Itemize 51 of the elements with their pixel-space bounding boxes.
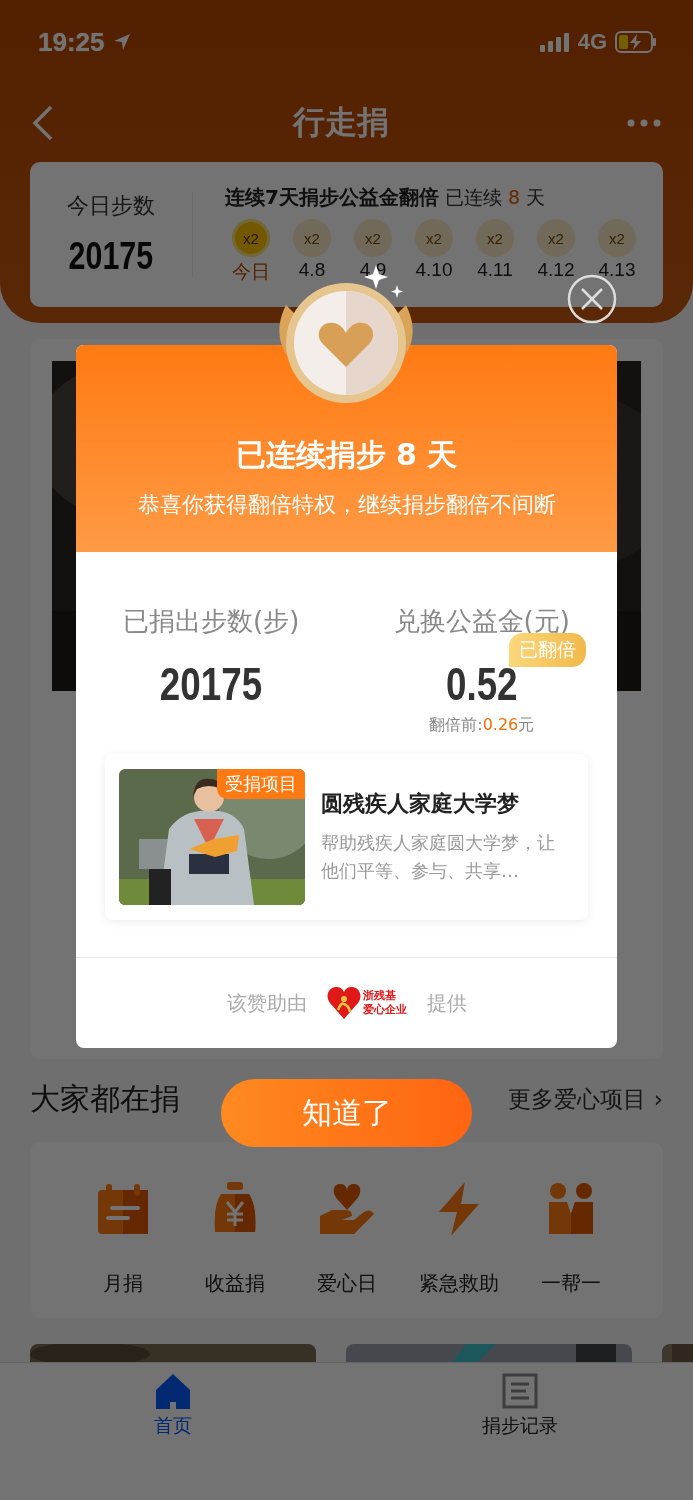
people-icon[interactable]	[548, 1182, 593, 1236]
multiplier-badge: x2	[415, 219, 453, 257]
home-icon	[155, 1373, 192, 1409]
network-label: 4G	[577, 29, 607, 55]
sponsor-suffix: 提供	[426, 989, 467, 1017]
steps-label: 今日步数	[67, 192, 155, 220]
doubled-badge: 已翻倍	[509, 633, 586, 667]
sponsor-logo-text: 浙残基	[362, 989, 397, 1003]
project-item[interactable]: 受捐项目 圆残疾人家庭大学梦 帮助残疾人家庭圆大学梦，让他们平等、参与、共享…	[105, 754, 588, 920]
stat-label: 已捐出步数(步)	[123, 605, 300, 638]
sponsor-logo-text: 爱心企业	[362, 1003, 407, 1017]
location-arrow-icon	[112, 33, 131, 51]
section-title: 大家都在捐	[30, 1080, 180, 1118]
category-label[interactable]: 一帮一	[540, 1270, 601, 1297]
project-title: 圆残疾人家庭大学梦	[321, 790, 520, 818]
close-icon[interactable]	[567, 274, 617, 324]
steps-value: 20175	[68, 235, 154, 278]
stat-value: 20175	[160, 657, 263, 711]
project-description: 帮助残疾人家庭圆大学梦，让他们平等、参与、共享…	[321, 831, 556, 883]
streak-title: 连续7天捐步公益金翻倍	[225, 184, 439, 211]
multiplier-badge: x2	[598, 219, 636, 257]
streak-count: 已连续 8 天	[444, 185, 546, 210]
category-label[interactable]: 收益捐	[204, 1270, 265, 1297]
before-doubling-note: 翻倍前:0.26元	[429, 715, 535, 736]
more-icon[interactable]	[627, 119, 661, 127]
tab-bar-item[interactable]: 首页	[0, 1363, 347, 1500]
calendar-icon[interactable]	[95, 1182, 150, 1236]
multiplier-badge: x2	[476, 219, 514, 257]
heart-hand-icon[interactable]	[317, 1182, 376, 1236]
category-label[interactable]: 爱心日	[316, 1270, 377, 1297]
battery-icon	[615, 31, 657, 53]
back-icon[interactable]	[32, 105, 54, 141]
got-it-button[interactable]: 知道了	[221, 1079, 472, 1147]
category-label[interactable]: 紧急救助	[418, 1270, 499, 1297]
list-icon	[501, 1373, 538, 1409]
multiplier-badge: x2	[232, 219, 270, 257]
sponsor-prefix: 该赞助由	[226, 989, 307, 1017]
tab-bar-item[interactable]: 捐步记录	[346, 1363, 693, 1500]
multiplier-badge: x2	[537, 219, 575, 257]
project-tag: 受捐项目	[217, 769, 305, 799]
status-time: 19:25	[38, 26, 105, 58]
category-label[interactable]: 月捐	[102, 1270, 143, 1297]
lightning-icon[interactable]	[436, 1182, 481, 1236]
page-title: 行走捐	[292, 102, 389, 143]
heart-logo-icon	[326, 986, 361, 1020]
multiplier-badge: x2	[354, 219, 392, 257]
multiplier-badge: x2	[293, 219, 331, 257]
dialog-subtitle: 恭喜你获得翻倍特权，继续捐步翻倍不间断	[137, 491, 556, 519]
more-projects-link[interactable]: 更多爱心项目 ›	[508, 1084, 663, 1115]
signal-icon	[539, 32, 570, 52]
dialog-title: 已连续捐步 8 天	[235, 436, 458, 474]
